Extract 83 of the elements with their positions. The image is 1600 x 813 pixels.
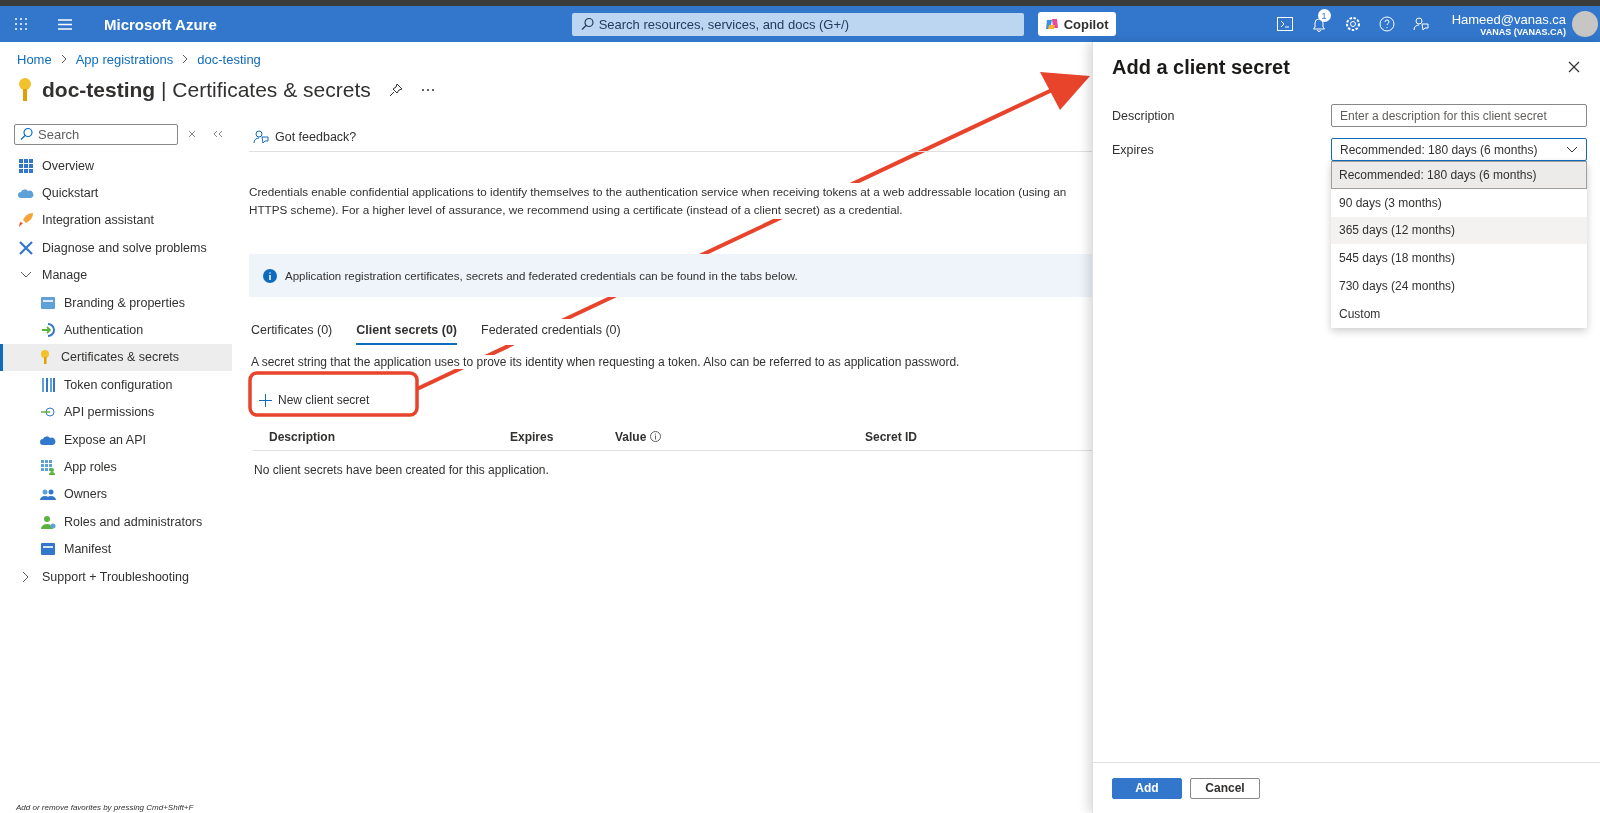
chevron-icon — [59, 54, 68, 64]
field-label: Description — [1112, 108, 1176, 123]
tools-icon — [18, 239, 34, 256]
dropdown-option[interactable]: 365 days (12 months) — [1331, 216, 1587, 245]
close-icon — [1568, 61, 1580, 73]
chevron-icon — [181, 54, 190, 64]
notification-badge: 1 — [1317, 9, 1331, 22]
settings-icon — [1344, 16, 1361, 32]
page-title: doc-testing | Certificates & secrets — [42, 78, 371, 102]
sidebar-item[interactable]: Certificates & secrets — [0, 343, 232, 372]
clear-icon[interactable] — [188, 130, 196, 138]
plus-icon — [259, 393, 272, 407]
sidebar-item[interactable]: API permissions — [0, 398, 232, 426]
breadcrumb-link[interactable]: Home — [17, 51, 52, 67]
person-icon — [40, 513, 56, 530]
sidebar-item[interactable]: Token configuration — [0, 371, 232, 399]
tenant-name: VANAS (VANAS.CA) — [1480, 26, 1566, 37]
pin-icon[interactable] — [388, 83, 403, 97]
sidebar-item[interactable]: Authentication — [0, 316, 232, 344]
tab[interactable]: Federated credentials (0) — [481, 319, 621, 345]
column-header: Description — [269, 429, 335, 444]
sidebar-item[interactable]: App roles — [0, 453, 232, 481]
grid-icon — [15, 18, 27, 30]
field-label: Expires — [1112, 142, 1155, 157]
column-header: Value — [615, 429, 647, 444]
dropdown-option[interactable]: 545 days (18 months) — [1331, 244, 1587, 273]
copilot-button[interactable]: Copilot — [1037, 12, 1116, 36]
help-icon — [1378, 16, 1395, 32]
favorites-hint: Add or remove favorites by pressing Cmd+Shift+F — [16, 803, 194, 812]
sign-in-icon — [40, 322, 56, 339]
close-button[interactable] — [1566, 59, 1582, 75]
collapse-icon[interactable] — [213, 130, 223, 138]
search-field[interactable]: Search — [14, 123, 178, 145]
sidebar-item[interactable]: Diagnose and solve problems — [0, 234, 232, 262]
sidebar-item[interactable]: Roles and administrators — [0, 508, 232, 536]
column-header: Expires — [510, 429, 554, 444]
breadcrumb-link[interactable]: doc-testing — [197, 51, 261, 67]
add-button[interactable]: Add — [1112, 777, 1182, 799]
sidebar-item[interactable]: Overview — [0, 152, 232, 180]
more-icon[interactable] — [420, 88, 435, 92]
avatar[interactable] — [1572, 11, 1598, 37]
sidebar-item[interactable]: Quickstart — [0, 179, 232, 207]
feedback-icon — [1412, 16, 1429, 32]
document-icon — [40, 541, 56, 558]
grid-icon — [18, 157, 34, 174]
expires-dropdown[interactable]: Recommended: 180 days (6 months) — [1331, 138, 1587, 161]
sidebar-item[interactable]: Branding & properties — [0, 288, 232, 317]
sidebar-group[interactable]: Manage — [0, 261, 232, 289]
feedback-button[interactable]: Got feedback? — [249, 128, 357, 145]
description-field[interactable]: Enter a description for this client secret — [1331, 104, 1587, 127]
sidebar-item[interactable]: Expose an API — [0, 425, 232, 454]
sidebar-group[interactable]: Support + Troubleshooting — [0, 562, 232, 591]
rocket-icon — [18, 212, 34, 229]
toolbar-button[interactable]: 1 — [1301, 6, 1336, 42]
dropdown-option[interactable]: 90 days (3 months) — [1331, 188, 1587, 217]
key-icon — [18, 77, 32, 103]
feedback-icon — [253, 128, 269, 145]
dropdown-option[interactable]: 730 days (24 months) — [1331, 272, 1587, 300]
column-header: Secret ID — [865, 429, 918, 444]
banner-text: Application registration certificates, secrets and federated credentials can be found in the tabs below. — [285, 269, 798, 282]
caret-icon — [1566, 146, 1578, 153]
breadcrumb-link[interactable]: App registrations — [75, 51, 174, 67]
panel-title: Add a client secret — [1112, 55, 1290, 79]
search-icon — [20, 127, 33, 141]
user-email: Hameed@vanas.ca — [1451, 11, 1566, 27]
info-icon — [263, 268, 277, 283]
menu-icon — [58, 18, 72, 30]
new-client-secret-button[interactable]: New client secret — [257, 391, 372, 409]
dropdown-option[interactable]: Custom — [1331, 300, 1587, 328]
cancel-button[interactable]: Cancel — [1190, 777, 1260, 799]
product-name: Microsoft Azure — [104, 15, 217, 33]
empty-message: No client secrets have been created for this application. — [254, 463, 550, 477]
console-icon — [1276, 17, 1293, 31]
sidebar-item[interactable]: Owners — [0, 480, 232, 509]
dropdown-option[interactable]: Recommended: 180 days (6 months) — [1331, 161, 1587, 189]
window-icon — [40, 294, 56, 311]
search-icon — [580, 17, 594, 31]
search-field[interactable]: Search resources, services, and docs (G+/) — [571, 12, 1024, 36]
sidebar-item[interactable]: Manifest — [0, 535, 232, 563]
copilot-logo-icon — [1044, 17, 1059, 31]
grid-person-icon — [40, 459, 56, 475]
sidebar-item[interactable]: Integration assistant — [0, 206, 232, 235]
bars-icon — [40, 376, 56, 393]
